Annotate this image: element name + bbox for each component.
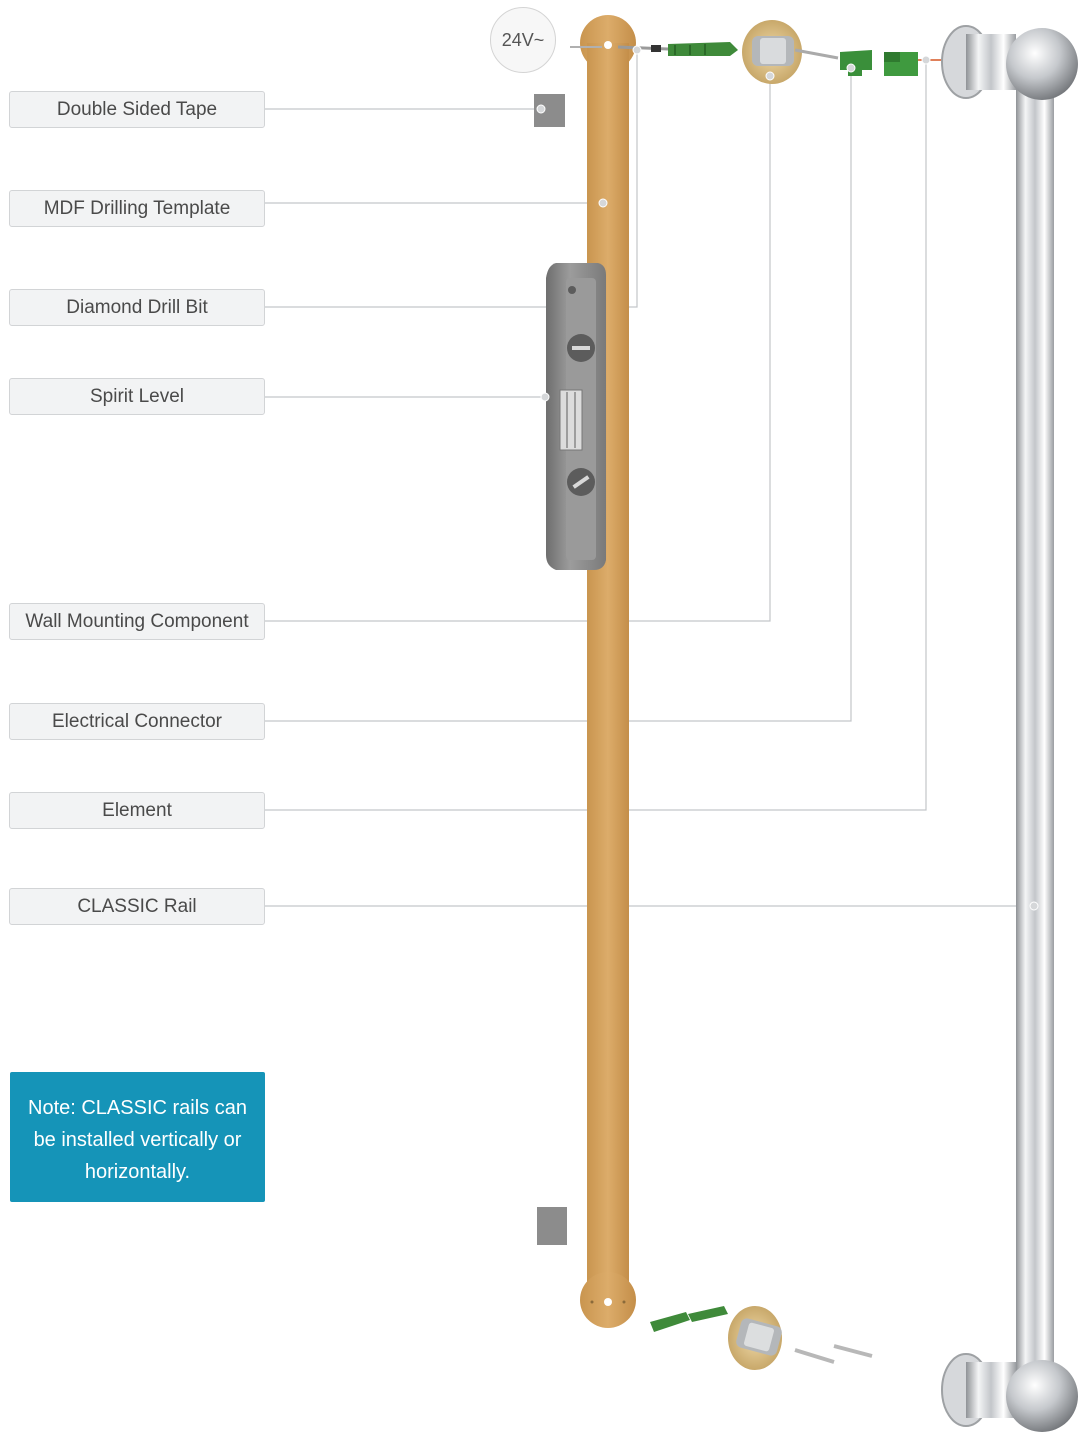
tape-pad-bottom — [537, 1207, 567, 1245]
label-electrical-connector: Electrical Connector — [9, 703, 265, 740]
label-diamond-drill-bit: Diamond Drill Bit — [9, 289, 265, 326]
spirit-level-graphic — [546, 263, 606, 570]
label-wall-mounting-component: Wall Mounting Component — [9, 603, 265, 640]
label-spirit-level: Spirit Level — [9, 378, 265, 415]
label-element: Element — [9, 792, 265, 829]
installation-note: Note: CLASSIC rails can be installed ver… — [10, 1072, 265, 1202]
leader-line-wall-mount — [265, 76, 771, 622]
label-double-sided-tape: Double Sided Tape — [9, 91, 265, 128]
voltage-badge: 24V~ — [490, 7, 556, 73]
classic-rail-graphic — [941, 25, 1078, 1432]
mdf-template-graphic — [580, 15, 636, 1328]
leader-lines — [265, 50, 1034, 907]
bottom-hardware — [650, 1306, 873, 1370]
label-classic-rail: CLASSIC Rail — [9, 888, 265, 925]
label-mdf-drilling-template: MDF Drilling Template — [9, 190, 265, 227]
